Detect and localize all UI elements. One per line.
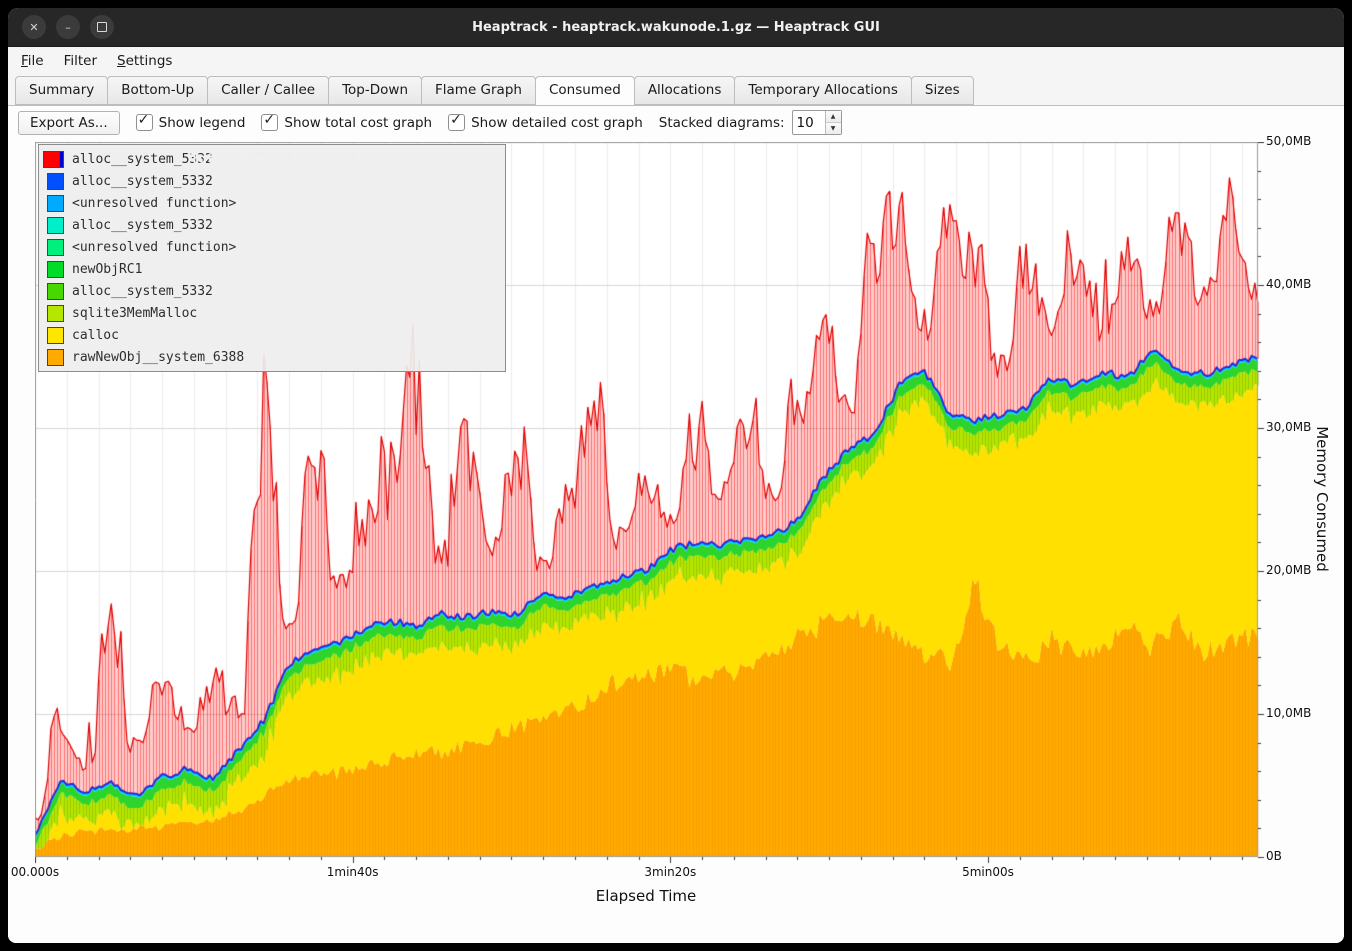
stacked-diagrams-spinbox[interactable]: 10 ▲ ▼ <box>792 110 842 135</box>
menu-file[interactable]: File <box>12 50 53 72</box>
legend-color-swatch <box>47 283 64 300</box>
tab-consumed[interactable]: Consumed <box>535 76 635 106</box>
check-icon: ✓ <box>138 112 150 128</box>
legend-item: newObjRC1 <box>43 258 501 280</box>
tab-sizes[interactable]: Sizes <box>911 76 974 105</box>
spinner-down-button[interactable]: ▼ <box>826 122 841 134</box>
x-axis-tick-label: 5min00s <box>962 865 1014 879</box>
check-icon: ✓ <box>263 112 275 128</box>
y-axis-tick-label: 40,0MB <box>1266 277 1311 291</box>
checkbox-label[interactable]: Show total cost graph <box>284 115 432 131</box>
minimize-button[interactable]: – <box>56 15 80 39</box>
legend-color-swatch <box>47 217 64 234</box>
show-legend-checkbox[interactable]: ✓ <box>136 114 153 131</box>
stacked-diagrams-label: Stacked diagrams: <box>659 115 785 131</box>
tab-bottom-up[interactable]: Bottom-Up <box>107 76 208 105</box>
window-controls: ✕ – <box>22 15 114 39</box>
legend-color-swatch <box>43 151 60 168</box>
legend-label: <unresolved function> <box>72 240 236 255</box>
checkbox-group-show-total-cost-graph[interactable]: ✓ Show total cost graph <box>261 114 432 131</box>
legend-item: <unresolved function> <box>43 236 501 258</box>
y-axis-tick-label: 0B <box>1266 849 1282 863</box>
menubar: FileFilterSettings <box>8 47 1344 74</box>
legend-label: alloc__system_5332 <box>72 174 213 189</box>
legend-color-swatch <box>47 195 64 212</box>
check-icon: ✓ <box>450 112 462 128</box>
app-window: ✕ – Heaptrack - heaptrack.wakunode.1.gz … <box>8 8 1344 943</box>
legend-label: Total Memory Consumption <box>68 152 501 167</box>
x-axis-tick-label: 1min40s <box>327 865 379 879</box>
legend-label: <unresolved function> <box>72 196 236 211</box>
legend-color-swatch <box>47 327 64 344</box>
y-axis-tick-label: 30,0MB <box>1266 420 1311 434</box>
export-as-button[interactable]: Export As... <box>18 111 120 135</box>
legend-color-swatch <box>47 349 64 366</box>
stacked-diagrams-control: Stacked diagrams: 10 ▲ ▼ <box>659 110 842 135</box>
x-axis-title: Elapsed Time <box>596 887 696 905</box>
tab-temporary-allocations[interactable]: Temporary Allocations <box>734 76 911 105</box>
legend-color-swatch <box>47 239 64 256</box>
legend-label: alloc__system_5332 <box>72 284 213 299</box>
checkbox-label[interactable]: Show legend <box>159 115 246 131</box>
stacked-diagrams-value[interactable]: 10 <box>793 111 825 134</box>
menu-settings[interactable]: Settings <box>108 50 181 72</box>
y-axis-tick-label: 50,0MB <box>1266 134 1311 148</box>
tab-summary[interactable]: Summary <box>15 76 108 105</box>
x-axis-tick-label: 3min20s <box>644 865 696 879</box>
legend-item: alloc__system_5332 <box>43 170 501 192</box>
checkbox-group-show-legend[interactable]: ✓ Show legend <box>136 114 246 131</box>
legend-item: alloc__system_5332 <box>43 280 501 302</box>
legend-title-row: Total Memory Consumption <box>39 148 505 170</box>
y-axis-title: Memory Consumed <box>1313 426 1331 572</box>
legend-label: rawNewObj__system_6388 <box>72 350 244 365</box>
legend-label: newObjRC1 <box>72 262 142 277</box>
close-icon: ✕ <box>29 22 38 33</box>
legend-label: calloc <box>72 328 119 343</box>
legend-item: calloc <box>43 324 501 346</box>
chart-legend: Total Memory Consumption alloc__system_53… <box>38 144 506 372</box>
show-total-cost-graph-checkbox[interactable]: ✓ <box>261 114 278 131</box>
spinner-buttons: ▲ ▼ <box>825 111 841 134</box>
titlebar[interactable]: ✕ – Heaptrack - heaptrack.wakunode.1.gz … <box>8 8 1344 47</box>
legend-item: <unresolved function> <box>43 192 501 214</box>
legend-color-swatch <box>47 261 64 278</box>
maximize-icon <box>97 22 107 32</box>
tab-flame-graph[interactable]: Flame Graph <box>421 76 536 105</box>
y-axis-tick-label: 10,0MB <box>1266 706 1311 720</box>
tab-top-down[interactable]: Top-Down <box>328 76 422 105</box>
tab-caller-callee[interactable]: Caller / Callee <box>207 76 329 105</box>
legend-item: alloc__system_5332 <box>43 214 501 236</box>
y-axis-tick-label: 20,0MB <box>1266 563 1311 577</box>
spinner-up-button[interactable]: ▲ <box>826 111 841 122</box>
legend-label: alloc__system_5332 <box>72 218 213 233</box>
legend-item: sqlite3MemMalloc <box>43 302 501 324</box>
legend-label: sqlite3MemMalloc <box>72 306 197 321</box>
toolbar: Export As... ✓ Show legend ✓ Show total cos… <box>8 106 1344 139</box>
maximize-button[interactable] <box>90 15 114 39</box>
show-detailed-cost-graph-checkbox[interactable]: ✓ <box>448 114 465 131</box>
window-title: Heaptrack - heaptrack.wakunode.1.gz — He… <box>8 20 1344 35</box>
tab-allocations[interactable]: Allocations <box>634 76 736 105</box>
menu-filter[interactable]: Filter <box>55 50 106 72</box>
x-axis-tick-label: 00.000s <box>11 865 59 879</box>
minimize-icon: – <box>65 22 71 33</box>
close-button[interactable]: ✕ <box>22 15 46 39</box>
chart-area: Total Memory Consumption alloc__system_53… <box>8 139 1344 943</box>
checkbox-label[interactable]: Show detailed cost graph <box>471 115 643 131</box>
legend-color-swatch <box>47 305 64 322</box>
checkbox-group-show-detailed-cost-graph[interactable]: ✓ Show detailed cost graph <box>448 114 643 131</box>
tabbar: SummaryBottom-UpCaller / CalleeTop-DownF… <box>8 74 1344 106</box>
legend-item: rawNewObj__system_6388 <box>43 346 501 368</box>
legend-color-swatch <box>47 173 64 190</box>
